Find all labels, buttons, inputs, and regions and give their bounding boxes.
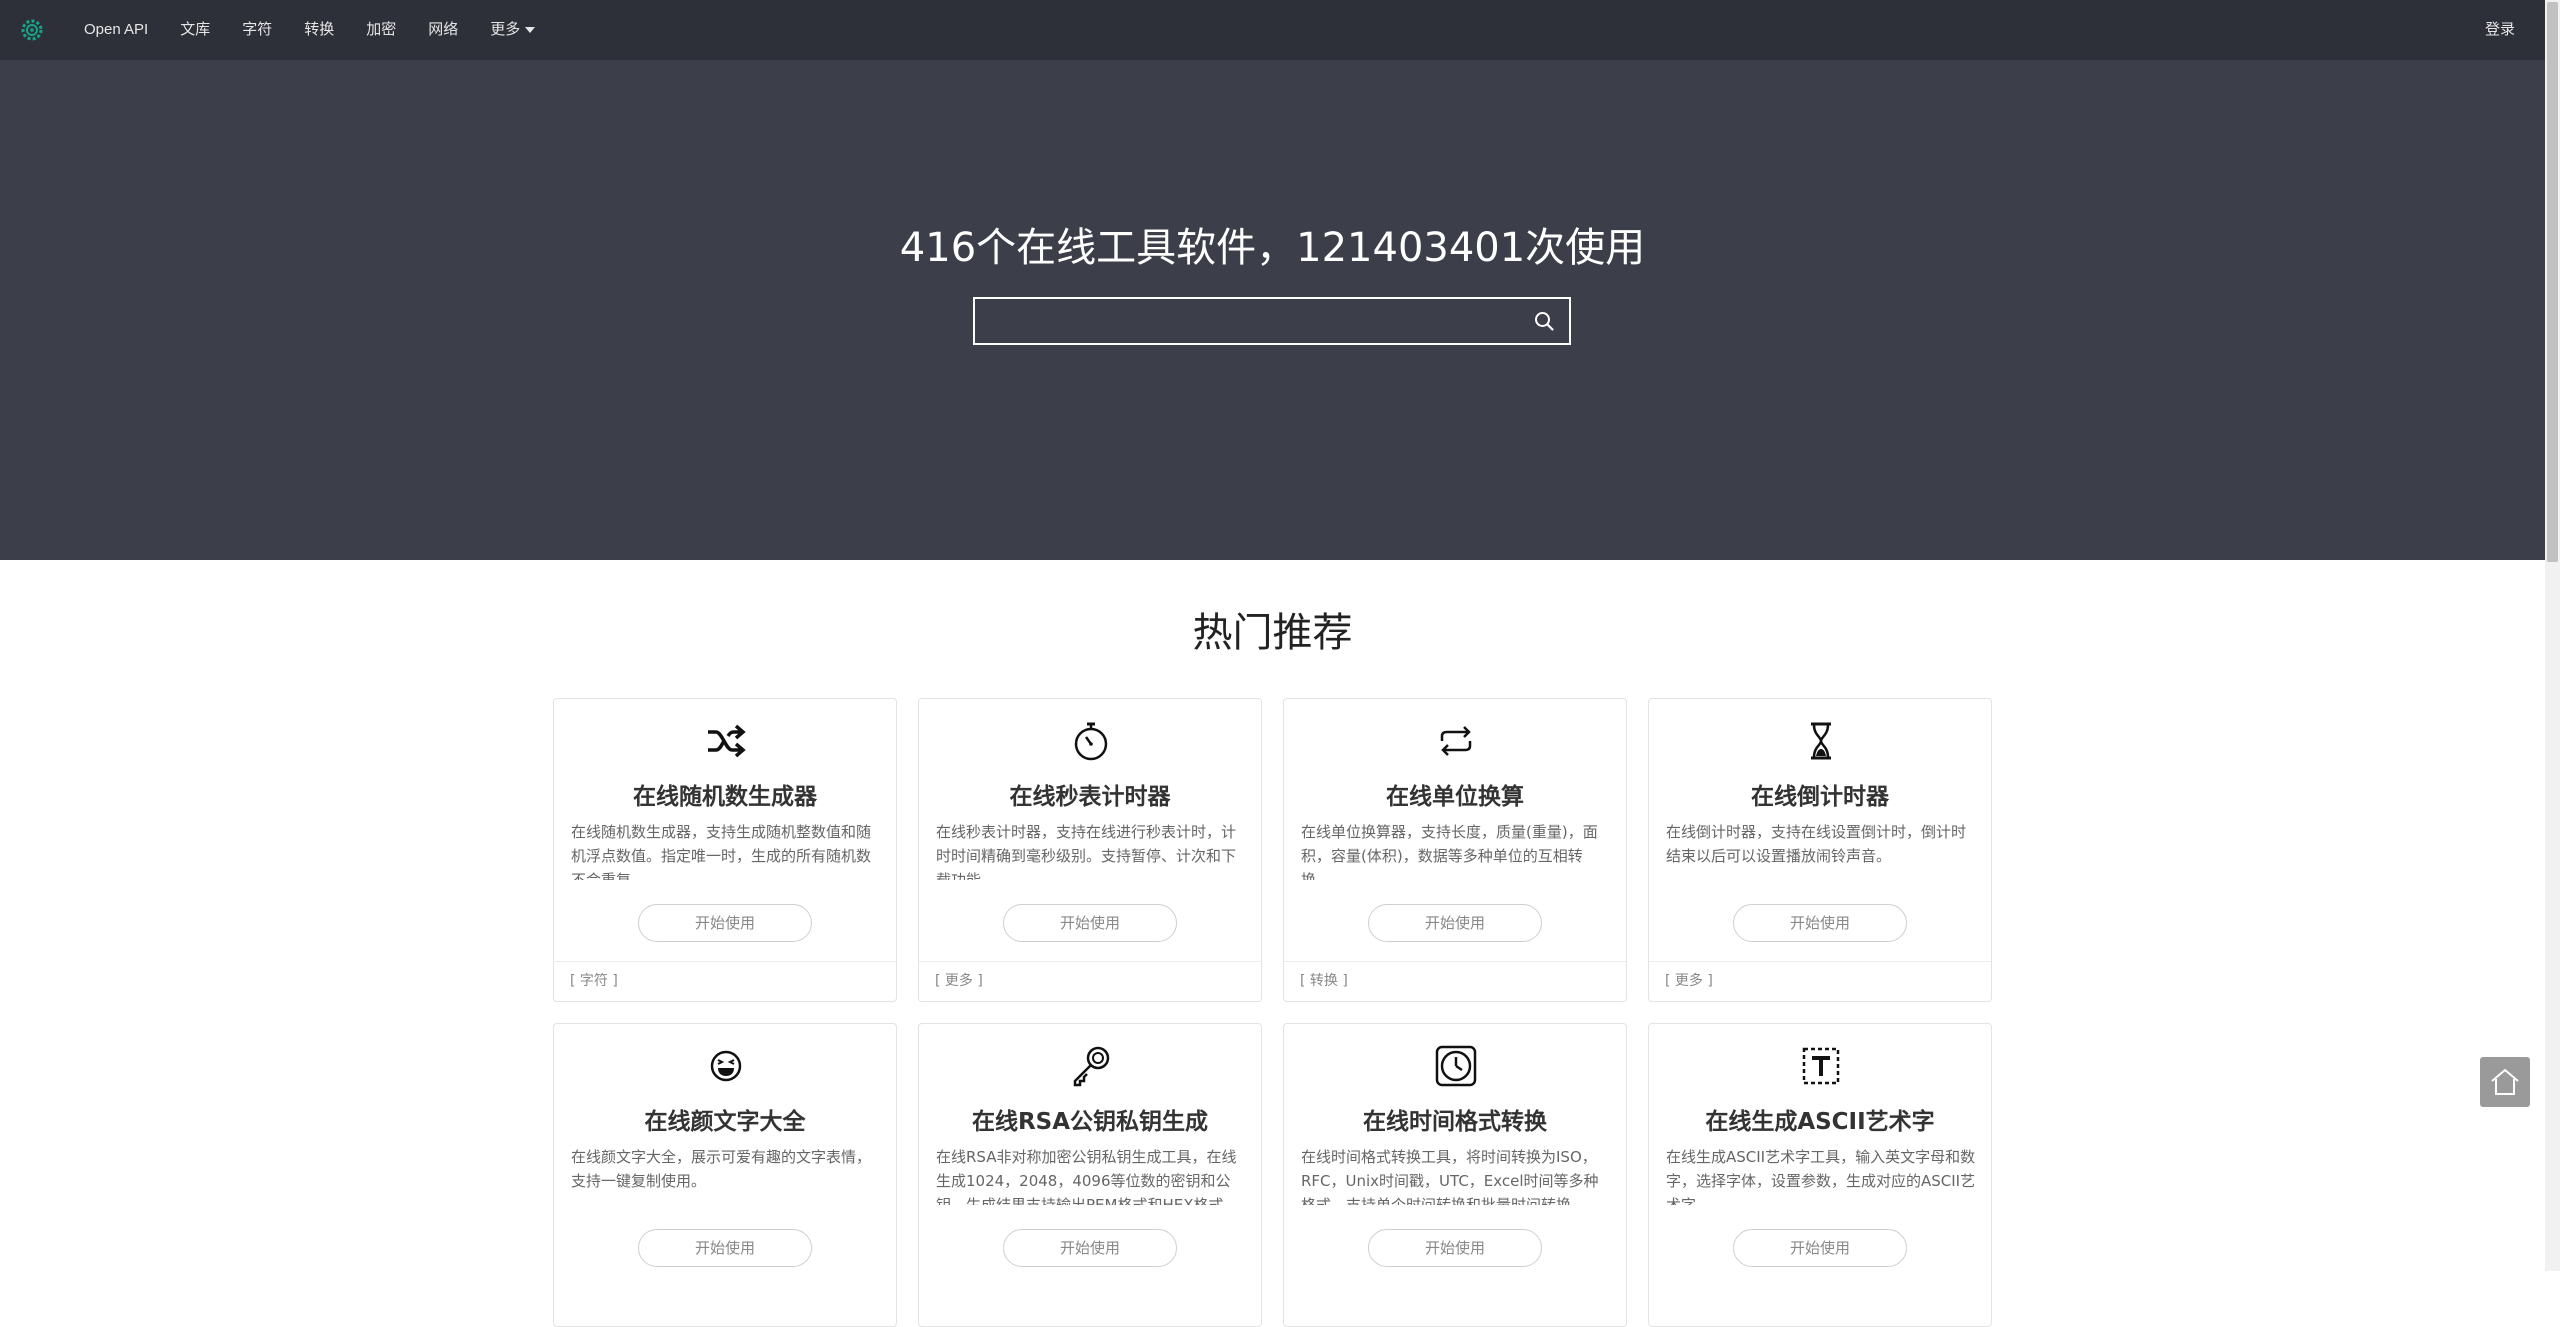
- hero-banner: 416个在线工具软件，121403401次使用: [0, 60, 2545, 560]
- nav-label: 加密: [366, 21, 397, 38]
- card-description: 在线随机数生成器，支持生成随机整数值和随机浮点数值。指定唯一时，生成的所有随机数…: [571, 823, 872, 880]
- nav-label: 网络: [428, 21, 459, 38]
- nav-label: Open API: [84, 21, 149, 38]
- tool-card[interactable]: 在线RSA公钥私钥生成 在线RSA非对称加密公钥私钥生成工具，在线生成1024，…: [918, 1023, 1262, 1327]
- card-description: 在线时间格式转换工具，将时间转换为ISO，RFC，Unix时间戳，UTC，Exc…: [1301, 1148, 1599, 1205]
- nav-label: 字符: [242, 21, 273, 38]
- start-button[interactable]: 开始使用: [638, 1229, 812, 1267]
- card-description: 在线颜文字大全，展示可爱有趣的文字表情，支持一键复制使用。: [571, 1148, 872, 1190]
- start-button[interactable]: 开始使用: [1368, 1229, 1542, 1267]
- repeat-icon: [1440, 726, 1472, 756]
- scrollbar-thumb[interactable]: [2547, 2, 2558, 562]
- text-box-icon: [1802, 1047, 1840, 1085]
- clock-icon: [1435, 1045, 1477, 1087]
- card-description: 在线倒计时器，支持在线设置倒计时，倒计时结束以后可以设置播放闹铃声音。: [1666, 823, 1967, 865]
- card-title[interactable]: 在线生成ASCII艺术字: [1649, 1102, 1991, 1136]
- hero-title: 416个在线工具软件，121403401次使用: [899, 225, 1646, 271]
- card-description: 在线秒表计时器，支持在线进行秒表计时，计时时间精确到毫秒级别。支持暂停、计次和下…: [936, 823, 1237, 880]
- search-input[interactable]: [975, 299, 1515, 343]
- nav-more-dropdown[interactable]: 更多: [474, 0, 551, 60]
- main-nav: Open API 文库 字符 转换 加密 网络 更多: [68, 0, 551, 60]
- tool-card[interactable]: 在线单位换算 在线单位换算器，支持长度，质量(重量)，面积，容量(体积)，数据等…: [1283, 698, 1627, 1002]
- card-footer: [ 转换 ]: [1284, 961, 1626, 1001]
- login-link[interactable]: 登录: [2485, 0, 2515, 60]
- nav-conversion[interactable]: 转换: [288, 0, 350, 60]
- top-navbar: Open API 文库 字符 转换 加密 网络 更多 登录: [0, 0, 2545, 60]
- section-title: 热门推荐: [1192, 610, 1353, 656]
- logo-gear-icon[interactable]: [20, 18, 44, 42]
- category-tag[interactable]: [ 转换 ]: [1300, 973, 1348, 989]
- vertical-scrollbar[interactable]: [2545, 0, 2560, 1271]
- category-tag[interactable]: [ 更多 ]: [1665, 973, 1713, 989]
- card-title[interactable]: 在线倒计时器: [1649, 777, 1991, 811]
- card-footer: [ 字符 ]: [554, 961, 896, 1001]
- tool-card[interactable]: 在线时间格式转换 在线时间格式转换工具，将时间转换为ISO，RFC，Unix时间…: [1283, 1023, 1627, 1327]
- back-home-button[interactable]: [2480, 1057, 2530, 1107]
- card-description: 在线单位换算器，支持长度，质量(重量)，面积，容量(体积)，数据等多种单位的互相…: [1301, 823, 1598, 880]
- nav-label: 转换: [304, 21, 335, 38]
- home-icon: [2491, 1068, 2519, 1095]
- start-button[interactable]: 开始使用: [1733, 904, 1907, 942]
- nav-network[interactable]: 网络: [412, 0, 474, 60]
- laughing-face-icon: [710, 1050, 742, 1082]
- card-title[interactable]: 在线单位换算: [1284, 777, 1626, 811]
- tool-cards-grid: 在线随机数生成器 在线随机数生成器，支持生成随机整数值和随机浮点数值。指定唯一时…: [553, 698, 1993, 1327]
- start-button[interactable]: 开始使用: [1003, 1229, 1177, 1267]
- start-button[interactable]: 开始使用: [1733, 1229, 1907, 1267]
- nav-characters[interactable]: 字符: [226, 0, 288, 60]
- category-tag[interactable]: [ 更多 ]: [935, 973, 983, 989]
- hourglass-icon: [1811, 722, 1831, 760]
- start-button[interactable]: 开始使用: [1368, 904, 1542, 942]
- nav-encryption[interactable]: 加密: [350, 0, 412, 60]
- start-button[interactable]: 开始使用: [638, 904, 812, 942]
- card-title[interactable]: 在线RSA公钥私钥生成: [919, 1102, 1261, 1136]
- nav-library[interactable]: 文库: [164, 0, 226, 60]
- tool-card[interactable]: 在线随机数生成器 在线随机数生成器，支持生成随机整数值和随机浮点数值。指定唯一时…: [553, 698, 897, 1002]
- card-title[interactable]: 在线随机数生成器: [554, 777, 896, 811]
- tool-card[interactable]: 在线生成ASCII艺术字 在线生成ASCII艺术字工具，输入英文字母和数字，选择…: [1648, 1023, 1992, 1327]
- shuffle-icon: [708, 724, 746, 758]
- card-footer: [ 更多 ]: [919, 961, 1261, 1001]
- start-button[interactable]: 开始使用: [1003, 904, 1177, 942]
- caret-down-icon: [525, 27, 536, 33]
- stopwatch-icon: [1074, 722, 1108, 761]
- search-icon[interactable]: [1533, 310, 1555, 332]
- card-footer: [ 更多 ]: [1649, 961, 1991, 1001]
- card-description: 在线RSA非对称加密公钥私钥生成工具，在线生成1024，2048，4096等位数…: [936, 1148, 1239, 1205]
- tool-card[interactable]: 在线倒计时器 在线倒计时器，支持在线设置倒计时，倒计时结束以后可以设置播放闹铃声…: [1648, 698, 1992, 1002]
- tool-card[interactable]: 在线颜文字大全 在线颜文字大全，展示可爱有趣的文字表情，支持一键复制使用。 开始…: [553, 1023, 897, 1327]
- tool-card[interactable]: 在线秒表计时器 在线秒表计时器，支持在线进行秒表计时，计时时间精确到毫秒级别。支…: [918, 698, 1262, 1002]
- nav-label: 更多: [490, 21, 521, 38]
- nav-open-api[interactable]: Open API: [68, 0, 164, 60]
- card-title[interactable]: 在线秒表计时器: [919, 777, 1261, 811]
- search-box: [973, 297, 1571, 345]
- key-icon: [1073, 1046, 1110, 1087]
- card-title[interactable]: 在线时间格式转换: [1284, 1102, 1626, 1136]
- category-tag[interactable]: [ 字符 ]: [570, 973, 618, 989]
- nav-label: 文库: [180, 21, 211, 38]
- card-title[interactable]: 在线颜文字大全: [554, 1102, 896, 1136]
- card-description: 在线生成ASCII艺术字工具，输入英文字母和数字，选择字体，设置参数，生成对应的…: [1666, 1148, 1976, 1205]
